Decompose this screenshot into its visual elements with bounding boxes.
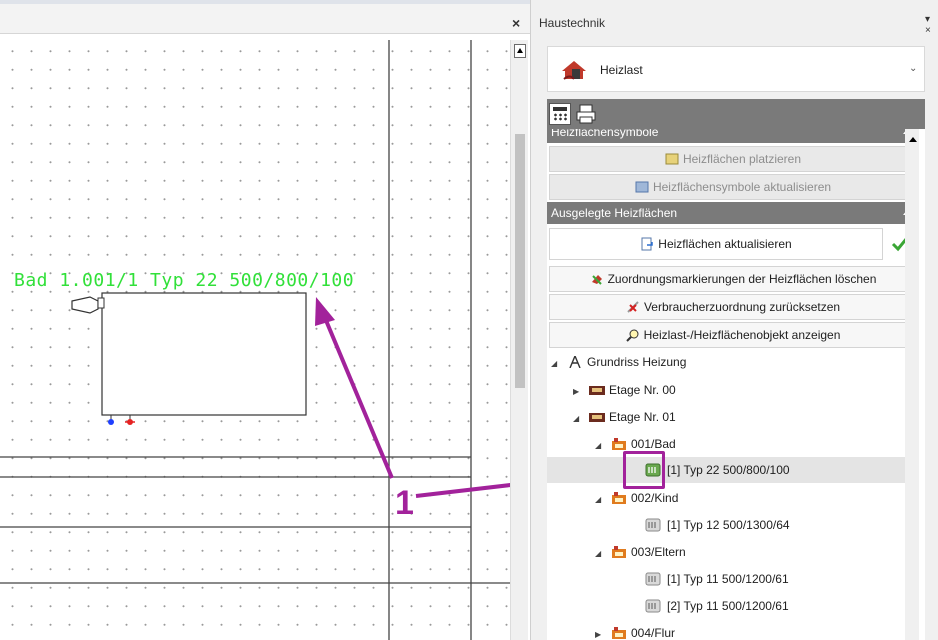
tree-node-grundriss[interactable]: ◢ Grundriss Heizung (551, 351, 686, 373)
module-dropdown-value: Heizlast (600, 63, 643, 77)
verbraucherzuordnung-zuruecksetzen-button[interactable]: Verbraucherzuordnung zurücksetzen (549, 294, 917, 320)
valve-symbol (71, 296, 99, 314)
room-icon (612, 627, 626, 639)
module-dropdown[interactable]: Heizlast ⌄ (547, 46, 925, 92)
callout-highlight-box (623, 451, 665, 489)
radiator-place-icon (665, 153, 679, 165)
tree-node-radiator-eltern-1[interactable]: [1] Typ 11 500/1200/61 (645, 568, 789, 590)
haustechnik-panel: Haustechnik ▾ × Heizlast ⌄ Heizflächensy… (530, 0, 938, 640)
tree-node-room-eltern[interactable]: ◢ 003/Eltern (595, 541, 686, 563)
radiator-icon (645, 572, 661, 586)
section-ausgelegte-heizflaechen[interactable]: Ausgelegte Heizflächen (547, 202, 919, 224)
scroll-thumb[interactable] (515, 134, 525, 388)
radiator-icon (645, 518, 661, 532)
compass-icon (569, 356, 581, 368)
room-icon (612, 546, 626, 558)
heizflaechen-platzieren-button[interactable]: Heizflächen platzieren (549, 146, 917, 172)
radiator-icon (645, 599, 661, 613)
heating-load-icon (562, 61, 586, 80)
supply-connection (108, 419, 114, 425)
radiator-label: Bad 1.001/1 Typ 22 500/800/100 (14, 270, 355, 291)
heizlastobjekt-anzeigen-button[interactable]: Heizlast-/Heizflächenobjekt anzeigen (549, 322, 917, 348)
tree-node-room-kind[interactable]: ◢ 002/Kind (595, 487, 678, 509)
tree-node-radiator-bad-1[interactable]: [1] Typ 22 500/800/100 (645, 459, 790, 481)
tree-node-etage-01[interactable]: ◢ Etage Nr. 01 (573, 406, 676, 428)
cad-drawing-area[interactable]: × Bad 1.001/1 Typ 22 500/800/100 1 (0, 0, 530, 640)
heizflaechen-aktualisieren-button[interactable]: Heizflächen aktualisieren (549, 228, 883, 260)
panel-content: Heizflächensymbole Heizflächen platziere… (547, 129, 925, 640)
refresh-document-icon (641, 237, 654, 251)
eraser-icon (591, 275, 602, 285)
calculator-icon[interactable] (549, 103, 571, 125)
zuordnungsmarkierungen-loeschen-button[interactable]: Zuordnungsmarkierungen der Heizflächen l… (549, 266, 917, 292)
tree-node-etage-00[interactable]: ▶ Etage Nr. 00 (573, 379, 676, 401)
chevron-down-icon: ⌄ (909, 63, 918, 74)
panel-pin-close[interactable]: ▾ × (925, 14, 938, 36)
scroll-up-arrow-icon[interactable] (909, 137, 917, 142)
cad-vertical-scrollbar[interactable] (510, 40, 528, 640)
tree-node-radiator-eltern-2[interactable]: [2] Typ 11 500/1200/61 (645, 595, 789, 617)
scroll-up-arrow-icon[interactable] (514, 44, 526, 58)
callout-number: 1 (395, 484, 414, 522)
panel-title: Haustechnik (539, 16, 606, 30)
room-icon (612, 438, 626, 450)
radiator-symbol (101, 292, 307, 416)
tree-node-radiator-kind-1[interactable]: [1] Typ 12 500/1300/64 (645, 514, 790, 536)
floor-icon (589, 386, 605, 395)
floor-icon (589, 413, 605, 422)
section-heizflaechensymbole[interactable]: Heizflächensymbole (547, 129, 919, 143)
heizflaechensymbole-aktualisieren-button[interactable]: Heizflächensymbole aktualisieren (549, 174, 917, 200)
tree-node-room-flur[interactable]: ▶ 004/Flur (595, 622, 675, 640)
magnifier-icon (625, 329, 639, 342)
floor-plan-lines (0, 40, 510, 640)
printer-icon[interactable] (575, 103, 597, 125)
unlink-icon (627, 301, 639, 313)
room-icon (612, 492, 626, 504)
panel-tabbar (547, 99, 925, 129)
panel-vertical-scrollbar[interactable] (905, 129, 919, 640)
close-view-button[interactable]: × (512, 15, 520, 31)
radiator-refresh-icon (635, 181, 649, 193)
